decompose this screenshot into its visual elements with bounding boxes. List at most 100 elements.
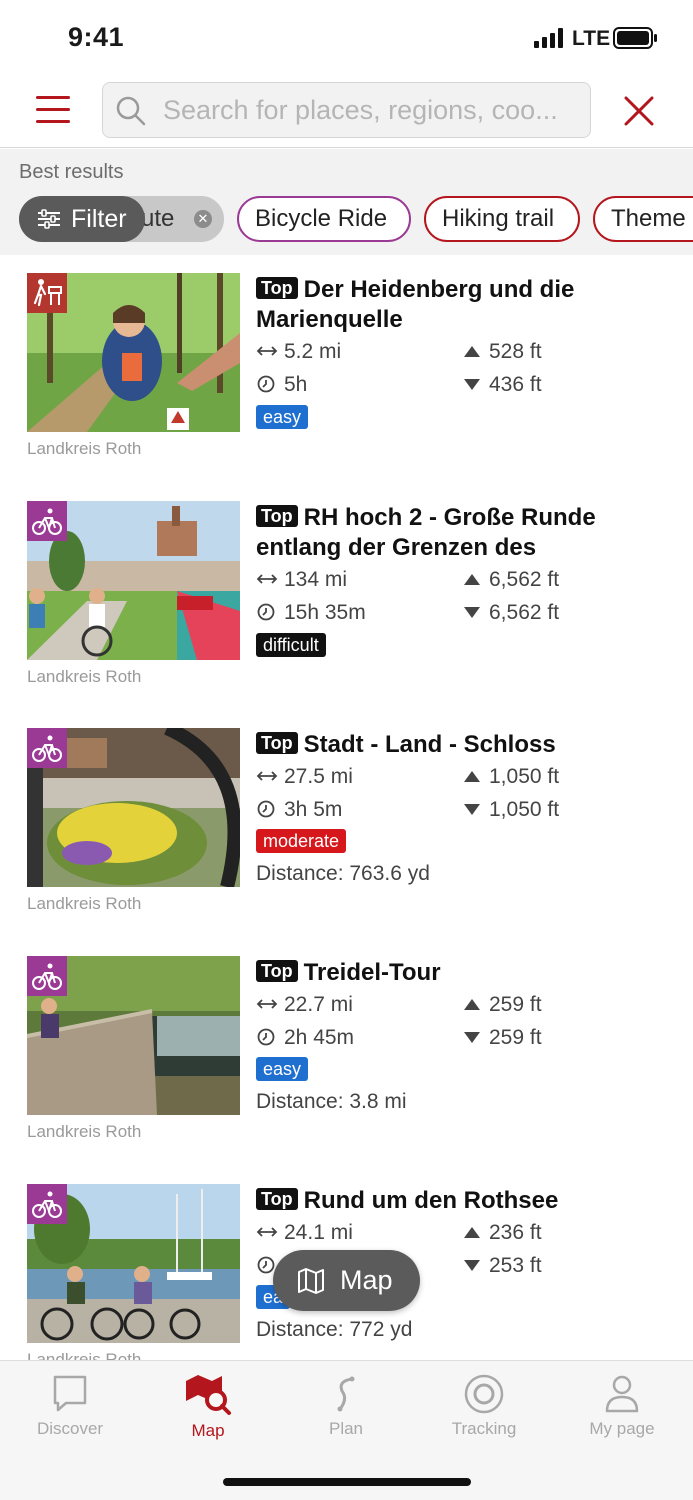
- chip-hiking-trail[interactable]: Hiking trail: [424, 196, 580, 242]
- remove-chip-icon[interactable]: ✕: [194, 210, 212, 228]
- tour-title-text: Rund um den Rothsee: [303, 1187, 559, 1214]
- difficulty-badge: moderate: [256, 829, 347, 853]
- hamburger-line: [36, 120, 70, 123]
- tab-plan[interactable]: Plan: [286, 1373, 406, 1453]
- tour-duration: 3h 5m: [256, 798, 342, 822]
- descent-value: 436 ft: [489, 373, 542, 396]
- ascent-icon: [464, 771, 480, 782]
- top-badge: Top: [256, 1188, 298, 1210]
- tour-title-text: Der Heidenberg und die Marienquelle: [256, 276, 575, 333]
- hamburger-icon: [36, 96, 70, 99]
- tour-title[interactable]: Top Rund um den Rothsee: [256, 1186, 676, 1216]
- tour-ascent: 259 ft: [461, 993, 542, 1017]
- tab-tracking[interactable]: Tracking: [424, 1373, 544, 1453]
- distance-arrows-icon: [256, 771, 278, 781]
- descent-value: 6,562 ft: [489, 601, 560, 624]
- home-indicator: [223, 1478, 471, 1486]
- tour-source: Landkreis Roth: [27, 1122, 142, 1141]
- tour-ascent: 528 ft: [461, 340, 542, 364]
- tour-title-text: Stadt - Land - Schloss: [303, 731, 556, 758]
- ascent-icon: [464, 999, 480, 1010]
- tour-distance: 24.1 mi: [256, 1221, 353, 1245]
- tour-title[interactable]: Top RH hoch 2 - Große Runde entlang der G…: [256, 503, 676, 563]
- tour-item[interactable]: Landkreis Roth Top RH hoch 2 - Große Rund…: [0, 501, 693, 729]
- search-header: [0, 74, 693, 148]
- map-button[interactable]: Map: [273, 1250, 420, 1311]
- filter-sliders-icon: [38, 209, 60, 229]
- results-band: Best results ute ✕ Bicycle Ride Hiking t…: [0, 149, 693, 255]
- tour-image[interactable]: [27, 501, 240, 660]
- filter-button[interactable]: Filter: [19, 196, 145, 242]
- tour-title-text: RH hoch 2 - Große Runde entlang der Gren…: [256, 504, 596, 561]
- discover-icon: [53, 1375, 87, 1412]
- tour-descent: 436 ft: [461, 373, 542, 397]
- distance-from-location: Distance: 772 yd: [256, 1318, 413, 1341]
- duration-value: 3h 5m: [284, 798, 343, 821]
- tour-duration: 2h 45m: [256, 1026, 354, 1050]
- ascent-value: 1,050 ft: [489, 765, 560, 788]
- ascent-value: 6,562 ft: [489, 568, 560, 591]
- search-input[interactable]: [163, 83, 583, 137]
- distance-value: 5.2 mi: [284, 340, 342, 363]
- tour-descent: 259 ft: [461, 1026, 542, 1050]
- duration-value: 2h 45m: [284, 1026, 355, 1049]
- clock-icon: [257, 375, 275, 393]
- tab-label: Discover: [36, 1419, 104, 1438]
- clock-icon: [257, 603, 275, 621]
- hiking-icon: [27, 273, 67, 313]
- tour-image[interactable]: [27, 728, 240, 887]
- tour-title[interactable]: Top Der Heidenberg und die Marienquelle: [256, 275, 676, 335]
- chip-bicycle-ride[interactable]: Bicycle Ride: [237, 196, 411, 242]
- descent-value: 253 ft: [489, 1254, 542, 1277]
- filter-label: Filter: [71, 205, 127, 233]
- tour-descent: 253 ft: [461, 1254, 542, 1278]
- descent-icon: [464, 1260, 480, 1271]
- map-button-label: Map: [340, 1265, 393, 1295]
- status-bar: 9:41 LTE: [0, 0, 693, 74]
- chip-theme[interactable]: Theme: [593, 196, 693, 242]
- descent-icon: [464, 379, 480, 390]
- map-icon: [298, 1268, 324, 1294]
- top-badge: Top: [256, 505, 298, 527]
- tour-title[interactable]: Top Treidel-Tour: [256, 958, 676, 988]
- tour-distance: 22.7 mi: [256, 993, 353, 1017]
- ascent-icon: [464, 346, 480, 357]
- menu-button[interactable]: [34, 93, 72, 127]
- tour-image[interactable]: [27, 1184, 240, 1343]
- tour-descent: 1,050 ft: [461, 798, 559, 822]
- bicycle-icon: [27, 728, 67, 768]
- tab-map[interactable]: Map: [148, 1373, 268, 1453]
- tour-title-text: Treidel-Tour: [303, 959, 441, 986]
- tab-discover[interactable]: Discover: [10, 1373, 130, 1453]
- distance-from-location: Distance: 3.8 mi: [256, 1090, 407, 1113]
- tour-item[interactable]: Landkreis Roth Top Der Heidenberg und die…: [0, 273, 693, 501]
- difficulty-badge: easy: [256, 405, 309, 429]
- tour-item[interactable]: Landkreis Roth Top Treidel-Tour 22.7 mi 2…: [0, 956, 693, 1184]
- network-type: LTE: [572, 27, 611, 50]
- signal-icon: [534, 28, 563, 48]
- bicycle-icon: [27, 501, 67, 541]
- top-badge: Top: [256, 277, 298, 299]
- tour-ascent: 6,562 ft: [461, 568, 559, 592]
- user-icon: [605, 1375, 639, 1413]
- difficulty-badge: easy: [256, 1057, 309, 1081]
- tour-source: Landkreis Roth: [27, 894, 142, 913]
- tour-source: Landkreis Roth: [27, 667, 142, 686]
- top-badge: Top: [256, 732, 298, 754]
- battery-icon: [613, 27, 657, 49]
- bicycle-icon: [27, 1184, 67, 1224]
- ascent-icon: [464, 574, 480, 585]
- ascent-icon: [464, 1227, 480, 1238]
- tour-image[interactable]: [27, 273, 240, 432]
- tour-item[interactable]: Landkreis Roth Top Stadt - Land - Schloss…: [0, 728, 693, 956]
- distance-arrows-icon: [256, 346, 278, 356]
- close-icon[interactable]: [622, 94, 656, 128]
- duration-value: 5h: [284, 373, 308, 396]
- ascent-value: 259 ft: [489, 993, 542, 1016]
- tab-label: Plan: [328, 1419, 364, 1438]
- descent-icon: [464, 804, 480, 815]
- tab-my-page[interactable]: My page: [562, 1373, 682, 1453]
- tour-image[interactable]: [27, 956, 240, 1115]
- tour-title[interactable]: Top Stadt - Land - Schloss: [256, 730, 676, 760]
- search-box[interactable]: [102, 82, 591, 138]
